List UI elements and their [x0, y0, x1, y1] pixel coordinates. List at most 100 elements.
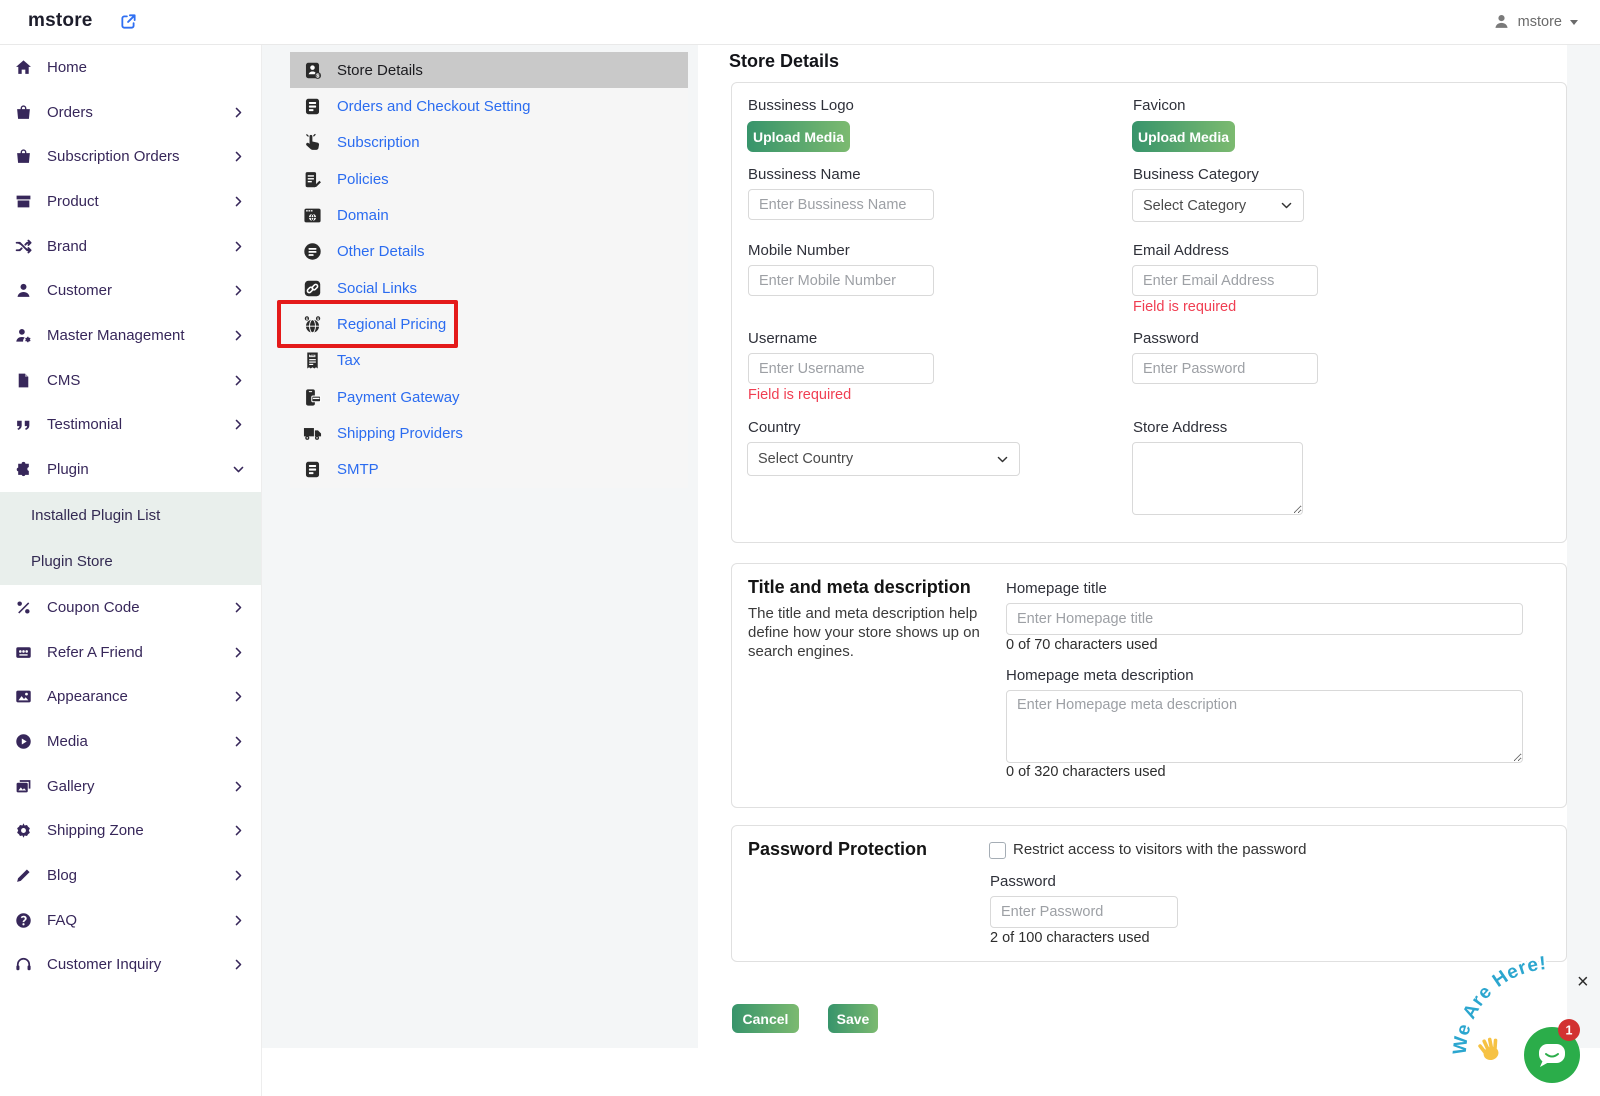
- chevron-right-icon: [232, 869, 245, 882]
- store-address-textarea[interactable]: [1132, 442, 1303, 515]
- archive-icon: [15, 193, 34, 210]
- svg-text:$: $: [316, 73, 319, 79]
- phone-card-icon: [303, 388, 324, 407]
- settings-tab-store-details[interactable]: $ Store Details: [290, 52, 688, 88]
- settings-tab-regional-pricing[interactable]: $$ Regional Pricing: [290, 306, 688, 342]
- settings-tab-subscription[interactable]: Subscription: [290, 125, 688, 161]
- sidebar-item-shipping-zone[interactable]: Shipping Zone: [0, 809, 261, 854]
- pencil-icon: [15, 867, 34, 884]
- settings-tab-shipping-providers[interactable]: Shipping Providers: [290, 415, 688, 451]
- chat-unread-badge: 1: [1558, 1019, 1580, 1041]
- sidebar: Home Orders Subscription Orders Product: [0, 45, 262, 1096]
- quote-icon: [15, 416, 34, 433]
- upload-favicon-button[interactable]: Upload Media: [1132, 121, 1235, 152]
- homepage-meta-counter: 0 of 320 characters used: [1006, 764, 1166, 780]
- person-icon: [15, 282, 34, 299]
- country-label: Country: [748, 419, 801, 436]
- business-name-input[interactable]: [748, 189, 934, 220]
- svg-text:$: $: [306, 317, 308, 321]
- sidebar-item-blog[interactable]: Blog: [0, 853, 261, 898]
- chevron-right-icon: [232, 418, 245, 431]
- list-doc-icon: [303, 460, 324, 479]
- hand-pointer-icon: [303, 133, 324, 152]
- country-select[interactable]: Select Country: [747, 442, 1020, 476]
- chevron-right-icon: [232, 106, 245, 119]
- page-title: Store Details: [729, 51, 839, 72]
- svg-text:$: $: [317, 317, 319, 321]
- chevron-right-icon: [232, 240, 245, 253]
- homepage-title-input[interactable]: [1006, 603, 1523, 635]
- headset-icon: [15, 956, 34, 973]
- password-input[interactable]: [1132, 353, 1318, 384]
- settings-tab-smtp[interactable]: SMTP: [290, 452, 688, 488]
- sidebar-item-installed-plugin-list[interactable]: Installed Plugin List: [0, 492, 261, 539]
- settings-tab-domain[interactable]: Domain: [290, 197, 688, 233]
- sidebar-item-customer[interactable]: Customer: [0, 268, 261, 313]
- settings-tab-other-details[interactable]: Other Details: [290, 234, 688, 270]
- settings-tab-policies[interactable]: Policies: [290, 161, 688, 197]
- sidebar-item-testimonial[interactable]: Testimonial: [0, 403, 261, 448]
- puzzle-icon: [15, 461, 34, 478]
- user-menu[interactable]: mstore: [1493, 13, 1578, 30]
- business-category-label: Business Category: [1133, 166, 1259, 183]
- save-button[interactable]: Save: [828, 1004, 878, 1033]
- seo-description: The title and meta description help defi…: [748, 604, 985, 662]
- circle-list-icon: [303, 242, 324, 261]
- browser-globe-icon: [303, 206, 324, 225]
- app-root: mstore mstore Home Orders: [0, 0, 1600, 1096]
- play-circle-icon: [15, 733, 34, 750]
- question-circle-icon: [15, 912, 34, 929]
- password-protection-heading: Password Protection: [748, 839, 927, 860]
- id-card-icon: [15, 644, 34, 661]
- sidebar-item-brand[interactable]: Brand: [0, 224, 261, 269]
- sidebar-item-gallery[interactable]: Gallery: [0, 764, 261, 809]
- email-required-error: Field is required: [1133, 299, 1236, 315]
- cancel-button[interactable]: Cancel: [732, 1004, 799, 1033]
- username-label: Username: [748, 330, 817, 347]
- homepage-meta-label: Homepage meta description: [1006, 667, 1194, 684]
- sidebar-item-refer-a-friend[interactable]: Refer A Friend: [0, 630, 261, 675]
- mobile-number-input[interactable]: [748, 265, 934, 296]
- chevron-right-icon: [232, 374, 245, 387]
- sidebar-item-customer-inquiry[interactable]: Customer Inquiry: [0, 943, 261, 988]
- percent-icon: [15, 599, 34, 616]
- chevron-right-icon: [232, 735, 245, 748]
- homepage-title-label: Homepage title: [1006, 580, 1107, 597]
- chevron-right-icon: [232, 646, 245, 659]
- protection-password-label: Password: [990, 873, 1056, 890]
- password-label: Password: [1133, 330, 1199, 347]
- sidebar-item-coupon-code[interactable]: Coupon Code: [0, 585, 261, 630]
- settings-tab-orders-and-checkout-setting[interactable]: Orders and Checkout Setting: [290, 88, 688, 124]
- username-input[interactable]: [748, 353, 934, 384]
- chevron-down-icon: [1280, 199, 1293, 212]
- truck-icon: [303, 424, 324, 443]
- sidebar-item-plugin[interactable]: Plugin: [0, 447, 261, 492]
- homepage-meta-textarea[interactable]: [1006, 690, 1523, 763]
- business-category-select[interactable]: Select Category: [1132, 189, 1304, 222]
- favicon-label: Favicon: [1133, 97, 1186, 114]
- protection-password-input[interactable]: [990, 896, 1178, 928]
- email-address-input[interactable]: [1132, 265, 1318, 296]
- sidebar-item-faq[interactable]: FAQ: [0, 898, 261, 943]
- sidebar-item-home[interactable]: Home: [0, 45, 261, 90]
- settings-tab-payment-gateway[interactable]: Payment Gateway: [290, 379, 688, 415]
- store-details-icon: $: [303, 61, 324, 80]
- sidebar-item-cms[interactable]: CMS: [0, 358, 261, 403]
- settings-tab-tax[interactable]: TAX Tax: [290, 343, 688, 379]
- sidebar-item-media[interactable]: Media: [0, 719, 261, 764]
- external-link-icon[interactable]: [120, 13, 137, 30]
- sidebar-item-orders[interactable]: Orders: [0, 90, 261, 135]
- bag-icon: [15, 104, 34, 121]
- settings-tab-social-links[interactable]: Social Links: [290, 270, 688, 306]
- sidebar-item-subscription-orders[interactable]: Subscription Orders: [0, 134, 261, 179]
- shuffle-icon: [15, 238, 34, 255]
- sidebar-item-plugin-store[interactable]: Plugin Store: [0, 538, 261, 585]
- sidebar-item-product[interactable]: Product: [0, 179, 261, 224]
- image-icon: [15, 688, 34, 705]
- restrict-access-checkbox[interactable]: [989, 842, 1006, 859]
- chat-close-icon[interactable]: ×: [1577, 972, 1589, 992]
- sidebar-item-appearance[interactable]: Appearance: [0, 674, 261, 719]
- upload-logo-button[interactable]: Upload Media: [747, 121, 850, 152]
- chevron-right-icon: [232, 780, 245, 793]
- sidebar-item-master-management[interactable]: Master Management: [0, 313, 261, 358]
